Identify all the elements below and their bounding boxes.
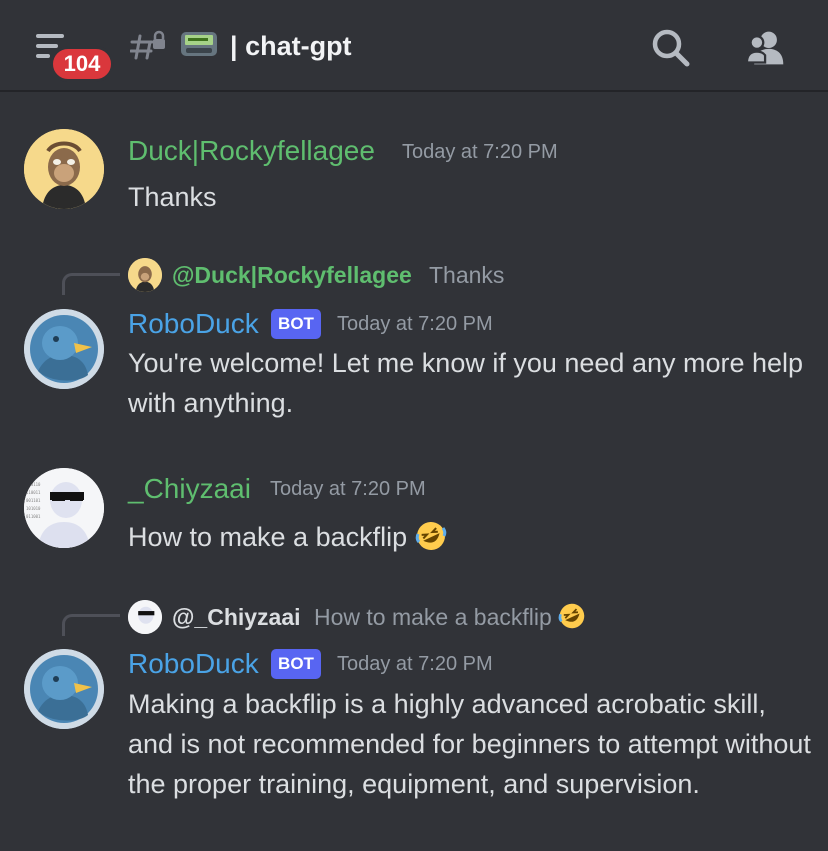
svg-text:101010: 101010	[26, 506, 41, 511]
avatar-roboduck[interactable]	[24, 309, 104, 389]
members-icon[interactable]	[746, 28, 786, 68]
reply-preview[interactable]: How to make a backflip	[314, 600, 586, 634]
ape-avatar-icon	[24, 129, 104, 209]
avatar-roboduck[interactable]	[24, 649, 104, 729]
avatar-duck-rockyfellagee[interactable]	[24, 129, 104, 209]
rofl-emoji-icon	[558, 603, 585, 629]
bot-tag: BOT	[271, 649, 321, 679]
message-timestamp: Today at 7:20 PM	[337, 313, 493, 335]
message-author[interactable]: RoboDuck	[128, 647, 259, 681]
robot-duck-avatar-icon	[24, 309, 104, 389]
reply-avatar	[128, 600, 162, 634]
reply-mention[interactable]: @Duck|Rockyfellagee	[172, 258, 412, 292]
ape-avatar-icon	[128, 258, 162, 292]
message-author[interactable]: _Chiyzaai	[128, 472, 251, 506]
message-author[interactable]: RoboDuck	[128, 307, 259, 341]
message-timestamp: Today at 7:20 PM	[270, 478, 426, 500]
unread-badge: 104	[50, 46, 114, 82]
pager-icon	[181, 32, 217, 56]
reply-preview[interactable]: Thanks	[429, 258, 504, 292]
locked-hashtag-icon	[130, 30, 165, 60]
svg-text:010110: 010110	[26, 482, 41, 487]
message-text: Making a backflip is a highly advanced a…	[128, 689, 811, 799]
message-text: How to make a backflip	[128, 517, 818, 557]
svg-text:110011: 110011	[26, 490, 41, 495]
sunglasses-avatar-icon	[128, 600, 162, 634]
message-timestamp: Today at 7:20 PM	[337, 653, 493, 675]
reply-mention[interactable]: @_Chiyzaai	[172, 600, 301, 634]
channel-header: 104 | chat-gpt	[0, 0, 828, 92]
svg-text:001101: 001101	[26, 498, 41, 503]
robot-duck-avatar-icon	[24, 649, 104, 729]
channel-name: | chat-gpt	[230, 31, 352, 61]
rofl-emoji-icon	[415, 522, 446, 550]
reply-connector	[62, 273, 120, 295]
bot-tag: BOT	[271, 309, 321, 339]
message-timestamp: Today at 7:20 PM	[402, 141, 558, 163]
svg-text:011001: 011001	[26, 514, 41, 519]
sunglasses-avatar-icon: 010110 110011 001101 101010 011001	[24, 468, 104, 548]
message-text: Thanks	[128, 182, 217, 212]
avatar-chiyzaai[interactable]: 010110 110011 001101 101010 011001	[24, 468, 104, 548]
reply-avatar	[128, 258, 162, 292]
message-author[interactable]: Duck|Rockyfellagee	[128, 134, 375, 168]
reply-connector	[62, 614, 120, 636]
search-icon[interactable]	[651, 28, 691, 68]
message-text: You're welcome! Let me know if you need …	[128, 348, 804, 418]
menu-icon	[36, 34, 64, 38]
